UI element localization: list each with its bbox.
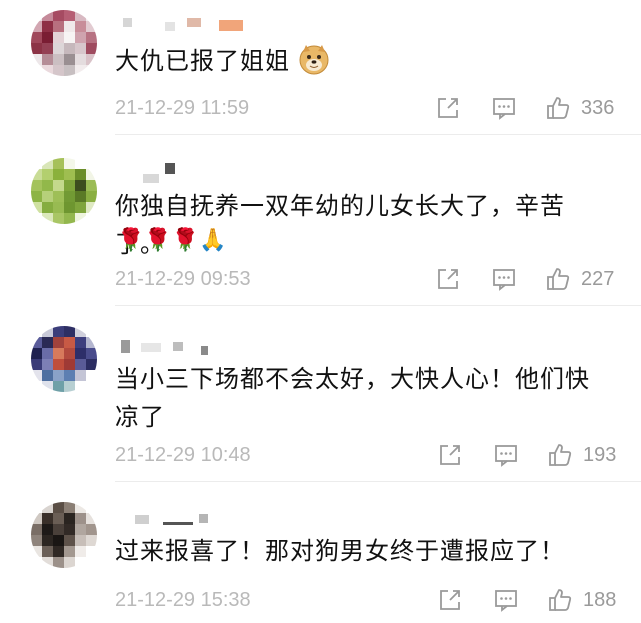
share-icon[interactable] xyxy=(435,95,461,121)
like-count: 336 xyxy=(581,97,615,119)
comment-icon[interactable] xyxy=(491,266,517,292)
comment-text: 大仇已报了姐姐 xyxy=(115,43,611,81)
avatar[interactable] xyxy=(31,502,97,568)
share-icon[interactable] xyxy=(435,266,461,292)
avatar[interactable] xyxy=(31,158,97,224)
thumbs-up-icon[interactable] xyxy=(547,587,573,613)
avatar[interactable] xyxy=(31,10,97,76)
timestamp: 21-12-29 15:38 xyxy=(115,589,251,611)
comment-text: 过来报喜了！那对狗男女终于遭报应了！ xyxy=(115,538,565,565)
comment-icon[interactable] xyxy=(493,587,519,613)
comment-text: 当小三下场都不会太好，大快人心！他们快凉了 xyxy=(115,366,590,431)
comment-item: 当小三下场都不会太好，大快人心！他们快凉了 21-12-29 10:48 193 xyxy=(0,306,641,482)
timestamp: 21-12-29 11:59 xyxy=(115,97,250,119)
timestamp: 21-12-29 10:48 xyxy=(115,444,251,466)
like-count: 227 xyxy=(581,268,615,290)
comment-item: 过来报喜了！那对狗男女终于遭报应了！ 21-12-29 15:38 188 xyxy=(0,482,641,623)
timestamp: 21-12-29 09:53 xyxy=(115,268,251,290)
like-count: 193 xyxy=(583,444,617,466)
comment-item: 你独自抚养一双年幼的儿女长大了，辛苦了。 🌹🌹🌹🙏 21-12-29 09:53… xyxy=(0,135,641,306)
comment-item: 大仇已报了姐姐 21-12-29 11:59 336 xyxy=(0,0,641,135)
comment-footer: 21-12-29 09:53 227 xyxy=(115,266,621,294)
username[interactable] xyxy=(115,163,195,183)
username[interactable] xyxy=(115,16,255,32)
avatar[interactable] xyxy=(31,326,97,392)
username[interactable] xyxy=(115,340,215,356)
share-icon[interactable] xyxy=(437,442,463,468)
emoji-row: 🌹🌹🌹🙏 xyxy=(117,227,227,252)
username[interactable] xyxy=(115,512,215,528)
comment-footer: 21-12-29 15:38 188 xyxy=(115,587,621,615)
comment-footer: 21-12-29 10:48 193 xyxy=(115,442,621,470)
like-count: 188 xyxy=(583,589,617,611)
comment-icon[interactable] xyxy=(493,442,519,468)
doge-emoji xyxy=(299,45,329,75)
share-icon[interactable] xyxy=(437,587,463,613)
thumbs-up-icon[interactable] xyxy=(547,442,573,468)
comment-icon[interactable] xyxy=(491,95,517,121)
thumbs-up-icon[interactable] xyxy=(545,266,571,292)
comment-footer: 21-12-29 11:59 336 xyxy=(115,95,621,123)
thumbs-up-icon[interactable] xyxy=(545,95,571,121)
